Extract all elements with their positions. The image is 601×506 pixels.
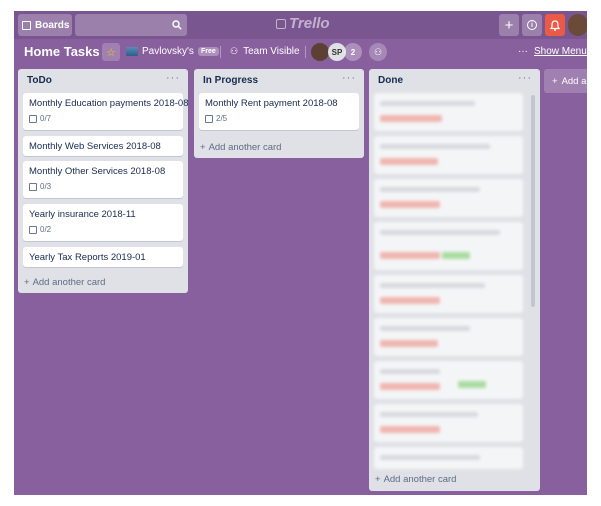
info-button[interactable]: i (522, 14, 542, 36)
team-button[interactable]: Pavlovsky's Free (126, 46, 219, 57)
plus-icon: + (200, 142, 206, 153)
list-menu-button[interactable]: ··· (342, 72, 356, 84)
add-member-icon: ⚇ (373, 46, 383, 57)
user-avatar[interactable] (568, 14, 587, 36)
show-menu-label: Show Menu (534, 46, 587, 57)
star-button[interactable]: ☆ (102, 43, 120, 61)
trello-logo[interactable]: Trello (276, 15, 330, 32)
boards-button[interactable]: Boards (18, 14, 72, 36)
plus-icon: + (24, 277, 30, 288)
boards-label: Boards (35, 19, 70, 31)
visibility-button[interactable]: ⚇ Team Visible (230, 46, 300, 57)
blurred-card[interactable] (374, 318, 523, 356)
checklist-count: 0/2 (40, 225, 52, 234)
notifications-button[interactable] (545, 14, 565, 36)
trello-app: Boards Trello + i Home Tasks ☆ Pavlovsky… (14, 11, 587, 495)
card[interactable]: Yearly insurance 2018-11 0/2 (23, 204, 183, 241)
card-title: Yearly Tax Reports 2019-01 (29, 252, 146, 263)
plus-icon: + (375, 474, 381, 485)
add-card-label: Add another card (32, 277, 106, 288)
team-name: Pavlovsky's (142, 46, 194, 57)
card[interactable]: Monthly Rent payment 2018-08 2/5 (199, 93, 359, 130)
card[interactable]: Monthly Other Services 2018-08 0/3 (23, 161, 183, 198)
list-title[interactable]: In Progress (203, 75, 258, 86)
card[interactable]: Monthly Education payments 2018-08 0/7 (23, 93, 189, 130)
checklist-count: 0/7 (40, 114, 52, 123)
list-scrollbar[interactable] (531, 95, 535, 307)
checklist-badge: 0/7 (29, 114, 177, 123)
team-thumbnail (126, 47, 138, 56)
card[interactable]: Monthly Web Services 2018-08 (23, 136, 183, 156)
trello-logo-icon (276, 18, 286, 29)
header-divider (305, 46, 306, 58)
add-card-button[interactable]: + Add another card (24, 277, 105, 288)
checklist-badge: 0/2 (29, 225, 177, 234)
board-title[interactable]: Home Tasks (24, 44, 100, 59)
list-in-progress[interactable]: In Progress ··· Monthly Rent payment 201… (194, 69, 364, 158)
card-title: Monthly Rent payment 2018-08 (205, 98, 338, 109)
blurred-card[interactable] (374, 222, 523, 270)
visibility-label: Team Visible (243, 46, 300, 57)
checklist-count: 0/3 (40, 182, 52, 191)
info-icon: i (527, 20, 537, 30)
top-nav: Boards Trello + i (14, 11, 587, 39)
search-input[interactable] (75, 14, 187, 36)
checklist-icon (29, 225, 37, 234)
plus-icon: + (504, 16, 514, 34)
free-badge: Free (197, 47, 219, 56)
card-title: Monthly Education payments 2018-08 (29, 98, 189, 109)
boards-icon (22, 20, 31, 30)
card-title: Monthly Other Services 2018-08 (29, 166, 166, 177)
blurred-card[interactable] (374, 136, 523, 174)
show-menu-button[interactable]: ··· Show Menu (518, 46, 587, 57)
card[interactable]: Yearly Tax Reports 2019-01 (23, 247, 183, 267)
checklist-icon (205, 114, 213, 123)
more-icon: ··· (518, 46, 528, 57)
blurred-card[interactable] (374, 404, 523, 442)
member-avatar[interactable] (311, 43, 329, 61)
checklist-badge: 0/3 (29, 182, 177, 191)
checklist-icon (29, 114, 37, 123)
checklist-badge: 2/5 (205, 114, 353, 123)
invite-member-button[interactable]: ⚇ (369, 43, 387, 61)
header-divider (220, 46, 221, 58)
checklist-icon (29, 182, 37, 191)
list-menu-button[interactable]: ··· (518, 72, 532, 84)
list-title[interactable]: Done (378, 75, 403, 86)
blurred-card[interactable] (374, 361, 523, 399)
card-title: Yearly insurance 2018-11 (29, 209, 136, 220)
list-todo[interactable]: ToDo ··· Monthly Education payments 2018… (18, 69, 189, 293)
add-list-label: Add a (561, 75, 587, 87)
blurred-card[interactable] (374, 93, 523, 131)
search-icon (172, 20, 182, 30)
list-title[interactable]: ToDo (27, 75, 52, 86)
add-card-button[interactable]: + Add another card (200, 142, 281, 153)
blurred-card[interactable] (374, 275, 523, 313)
blurred-card[interactable] (374, 179, 523, 217)
create-button[interactable]: + (499, 14, 519, 36)
star-icon: ☆ (106, 46, 116, 59)
board-header: Home Tasks ☆ Pavlovsky's Free ⚇ Team Vis… (14, 39, 587, 65)
add-card-label: Add another card (383, 474, 457, 485)
trello-logo-text: Trello (289, 15, 330, 32)
checklist-count: 2/5 (216, 114, 228, 123)
team-visible-icon: ⚇ (230, 46, 239, 56)
card-title: Monthly Web Services 2018-08 (29, 141, 161, 152)
add-card-label: Add another card (208, 142, 282, 153)
bell-icon (550, 19, 560, 31)
plus-icon: + (552, 75, 558, 87)
add-card-button[interactable]: + Add another card (375, 474, 456, 485)
blurred-card[interactable] (374, 447, 523, 469)
member-count[interactable]: 2 (344, 43, 362, 61)
list-done[interactable]: Done ··· + Add another card (369, 69, 540, 491)
list-menu-button[interactable]: ··· (166, 72, 180, 84)
add-list-button[interactable]: + Add a (544, 69, 587, 93)
